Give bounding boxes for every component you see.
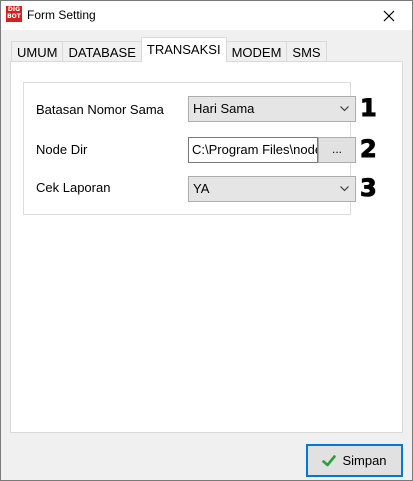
save-label: Simpan	[342, 453, 387, 468]
chevron-down-icon	[340, 177, 349, 201]
settings-group: Batasan Nomor Sama Hari Sama Node Dir C:…	[23, 82, 356, 215]
batasan-dropdown[interactable]: Hari Sama	[188, 96, 356, 122]
app-logo-text-bottom: BOT	[7, 13, 21, 20]
marker-1: 1	[360, 94, 378, 122]
tab-database[interactable]: DATABASE	[62, 41, 142, 62]
marker-3: 3	[360, 174, 378, 202]
cek-laporan-label: Cek Laporan	[36, 180, 111, 195]
chevron-down-icon	[340, 97, 349, 121]
save-button[interactable]: Simpan	[306, 444, 403, 477]
close-button[interactable]	[366, 1, 412, 30]
check-icon	[322, 454, 337, 466]
close-icon	[383, 10, 395, 21]
browse-button[interactable]: ...	[318, 137, 356, 163]
title-bar: DIG BOT Form Setting	[1, 1, 412, 30]
tab-sms[interactable]: SMS	[286, 41, 327, 62]
app-logo-icon: DIG BOT	[6, 6, 22, 22]
tab-strip: UMUM DATABASE TRANSAKSI MODEM SMS	[11, 37, 327, 62]
cek-laporan-value: YA	[193, 181, 210, 196]
tab-transaksi[interactable]: TRANSAKSI	[140, 37, 227, 62]
cek-laporan-dropdown[interactable]: YA	[188, 176, 356, 202]
marker-2: 2	[360, 135, 378, 163]
tab-modem[interactable]: MODEM	[225, 41, 288, 62]
app-logo-text-top: DIG	[7, 6, 21, 13]
batasan-value: Hari Sama	[193, 101, 255, 116]
transaksi-tab-panel: Batasan Nomor Sama Hari Sama Node Dir C:…	[10, 61, 403, 433]
tab-umum[interactable]: UMUM	[11, 41, 64, 62]
form-setting-window: DIG BOT Form Setting UMUM DATABASE TRANS…	[0, 0, 413, 481]
batasan-label: Batasan Nomor Sama	[36, 102, 164, 117]
node-dir-input[interactable]: C:\Program Files\nodejs	[188, 137, 318, 163]
window-title: Form Setting	[27, 8, 96, 22]
node-dir-label: Node Dir	[36, 142, 88, 157]
